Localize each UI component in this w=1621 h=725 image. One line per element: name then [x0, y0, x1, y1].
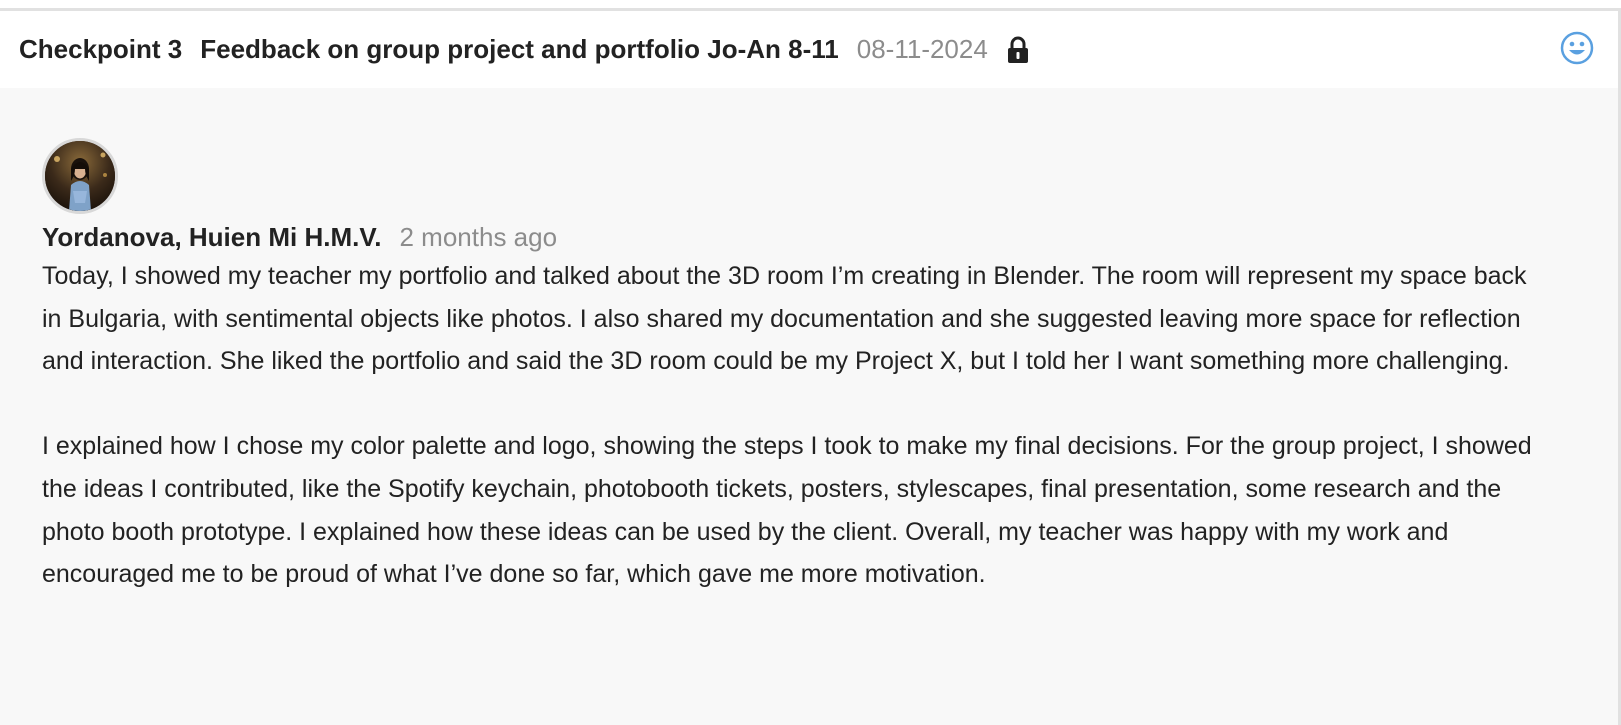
user-avatar-icon	[45, 141, 115, 211]
comment-text: Today, I showed my teacher my portfolio …	[42, 255, 1552, 596]
lock-icon	[1006, 36, 1030, 64]
comment-meta: Yordanova, Huien Mi H.M.V. 2 months ago	[42, 222, 1578, 253]
smiley-icon[interactable]	[1560, 31, 1594, 65]
checkpoint-label: Checkpoint 3	[19, 34, 183, 64]
comment-block: Yordanova, Huien Mi H.M.V. 2 months ago …	[0, 88, 1618, 596]
comment-timestamp: 2 months ago	[399, 222, 558, 252]
avatar[interactable]	[42, 138, 118, 214]
author-name[interactable]: Yordanova, Huien Mi H.M.V.	[42, 222, 382, 253]
comment-paragraph: Today, I showed my teacher my portfolio …	[42, 262, 1527, 376]
checkpoint-date: 08-11-2024	[856, 34, 988, 64]
checkpoint-card: Checkpoint 3 Feedback on group project a…	[0, 8, 1621, 725]
card-header: Checkpoint 3 Feedback on group project a…	[0, 11, 1618, 88]
checkpoint-title[interactable]: Feedback on group project and portfolio …	[200, 34, 839, 65]
comment-paragraph: I explained how I chose my color palette…	[42, 432, 1532, 589]
